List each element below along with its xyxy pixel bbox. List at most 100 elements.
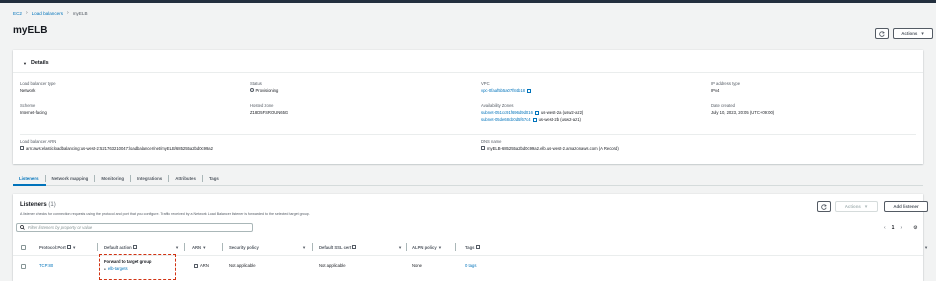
az-label: Availability Zones	[481, 103, 514, 108]
hosted-zone-value: Z18D5FSROUN65G	[250, 109, 289, 115]
details-title: Details	[30, 60, 49, 66]
search-icon	[20, 225, 25, 230]
current-page[interactable]: 1	[892, 225, 895, 231]
sort-caret-icon[interactable]: ▼	[302, 245, 306, 250]
dns-value: myELB-685255a2bd0c99a2.elb.us-west-2.ama…	[487, 145, 619, 151]
select-all-checkbox[interactable]	[21, 245, 26, 250]
field-dns: DNS name myELB-685255a2bd0c99a2.elb.us-w…	[481, 139, 619, 151]
breadcrumb-ec2[interactable]: EC2	[13, 11, 22, 16]
col-tags[interactable]: Tags	[465, 245, 480, 250]
field-vpc: VPC vpc-0faaf5b5a07f84b18	[481, 81, 532, 93]
info-icon	[475, 245, 480, 249]
divider	[13, 72, 923, 73]
listeners-count: (1)	[48, 202, 56, 208]
row-checkbox[interactable]	[21, 264, 26, 269]
ip-type-value: IPv4	[711, 87, 720, 93]
listeners-refresh-button[interactable]	[817, 201, 831, 212]
actions-button[interactable]: Actions ▼	[893, 28, 933, 39]
refresh-button[interactable]	[875, 28, 889, 39]
az-zone-1: us-west-2a (usw2-az2)	[540, 110, 584, 115]
listener-search-input[interactable]: Filter listeners by property or value	[16, 223, 253, 232]
tags-link[interactable]: 0 tags	[465, 263, 476, 268]
col-label: ARN	[192, 245, 202, 250]
ssl-cert-cell: Not applicable	[319, 263, 346, 268]
field-arn: Load balancer ARN arn:aws:elasticloadbal…	[20, 139, 213, 151]
listeners-title: Listeners	[20, 202, 47, 208]
tab-integrations[interactable]: Integrations	[131, 174, 170, 182]
column-divider	[406, 243, 407, 251]
col-default-action[interactable]: Default action	[104, 245, 137, 250]
arn-value: arn:aws:elasticloadbalancing:us-west-2:5…	[26, 145, 213, 151]
listeners-actions-button[interactable]: Actions ▼	[835, 201, 878, 212]
breadcrumb: EC2 › Load balancers › myELB	[13, 10, 88, 16]
status-pending-icon	[250, 88, 254, 93]
tab-attributes[interactable]: Attributes	[169, 174, 203, 182]
col-label: ALPN policy	[412, 245, 437, 250]
caret-down-icon: ▼	[920, 31, 925, 36]
tab-listeners[interactable]: Listeners	[13, 174, 46, 182]
external-link-icon[interactable]	[534, 110, 539, 115]
tab-tags[interactable]: Tags	[203, 175, 225, 182]
col-arn[interactable]: ARN ▼	[192, 245, 206, 250]
sort-caret-icon[interactable]: ▼	[398, 245, 402, 250]
listeners-actions-label: Actions	[844, 204, 861, 209]
external-link-icon[interactable]	[527, 88, 532, 93]
field-scheme: Scheme Internet-facing	[20, 103, 47, 115]
target-group-link[interactable]: elb-targets	[108, 266, 128, 271]
tab-monitoring[interactable]: Monitoring	[95, 174, 132, 182]
chevron-right-icon: ›	[67, 10, 69, 16]
bullet-icon: ●	[104, 266, 106, 271]
column-divider	[222, 243, 223, 251]
lb-type-label: Load balancer type	[20, 81, 56, 86]
copy-icon[interactable]	[194, 263, 198, 268]
add-listener-label: Add listener	[893, 204, 919, 209]
add-listener-button[interactable]: Add listener	[884, 201, 928, 212]
copy-icon[interactable]	[481, 146, 485, 151]
pagination: ‹ 1 › ⚙	[884, 225, 918, 231]
next-page-icon[interactable]: ›	[900, 225, 902, 231]
listeners-description: A listener checks for connection request…	[20, 212, 310, 216]
arn-row: arn:aws:elasticloadbalancing:us-west-2:5…	[20, 146, 213, 151]
date-label: Date created	[711, 103, 735, 108]
date-value: July 10, 2023, 20:05 (UTC+09:00)	[711, 109, 775, 115]
col-security-policy[interactable]: Security policy	[229, 245, 259, 250]
default-action-target: ● elb-targets	[104, 266, 128, 271]
info-icon	[352, 245, 357, 249]
column-divider	[184, 243, 185, 251]
tab-bar: Listeners Network mapping Monitoring Int…	[13, 172, 225, 184]
settings-gear-icon[interactable]: ⚙	[913, 225, 917, 231]
tab-network-mapping[interactable]: Network mapping	[46, 174, 96, 182]
prev-page-icon[interactable]: ‹	[884, 225, 886, 231]
field-hosted-zone: Hosted zone Z18D5FSROUN65G	[250, 103, 288, 115]
details-header[interactable]: ▼ Details	[23, 60, 49, 66]
caret-down-icon: ▼	[23, 60, 27, 66]
dns-row: myELB-685255a2bd0c99a2.elb.us-west-2.ama…	[481, 146, 619, 151]
subnet-link-1[interactable]: subnet-051cc91f696d9d016	[481, 110, 533, 115]
ip-type-label: IP address type	[711, 81, 741, 86]
sort-caret-icon[interactable]: ▼	[175, 245, 179, 250]
subnet-link-2[interactable]: subnet-05de68cb0d5f67c4	[481, 117, 531, 122]
field-date-created: Date created July 10, 2023, 20:05 (UTC+0…	[711, 103, 774, 115]
sort-caret-icon[interactable]: ▼	[924, 245, 928, 250]
col-default-ssl-cert[interactable]: Default SSL cert	[319, 245, 357, 250]
col-label: Default action	[104, 245, 132, 250]
arn-copy-label: ARN	[200, 263, 209, 268]
copy-icon[interactable]	[20, 146, 24, 151]
security-policy-cell: Not applicable	[229, 263, 256, 268]
hosted-zone-label: Hosted zone	[250, 103, 274, 108]
field-lb-type: Load balancer type Network	[20, 81, 56, 93]
col-label: Security policy	[229, 245, 259, 250]
status-label: Status	[250, 81, 262, 86]
external-link-icon[interactable]	[532, 117, 537, 122]
az-row-1: subnet-051cc91f696d9d016 us-west-2a (usw2…	[481, 110, 583, 115]
vpc-link[interactable]: vpc-0faaf5b5a07f84b18	[481, 88, 525, 93]
refresh-icon	[879, 30, 885, 37]
arn-label: Load balancer ARN	[20, 139, 57, 144]
arn-cell[interactable]: ARN	[194, 263, 209, 268]
breadcrumb-load-balancers[interactable]: Load balancers	[32, 11, 63, 16]
col-protocol-port[interactable]: Protocol:Port ▼	[39, 245, 76, 250]
actions-label: Actions	[901, 31, 918, 36]
col-alpn-policy[interactable]: ALPN policy ▼	[412, 245, 442, 250]
listener-protocol-port-link[interactable]: TCP:80	[39, 263, 53, 268]
caret-down-icon: ▼	[863, 204, 869, 209]
